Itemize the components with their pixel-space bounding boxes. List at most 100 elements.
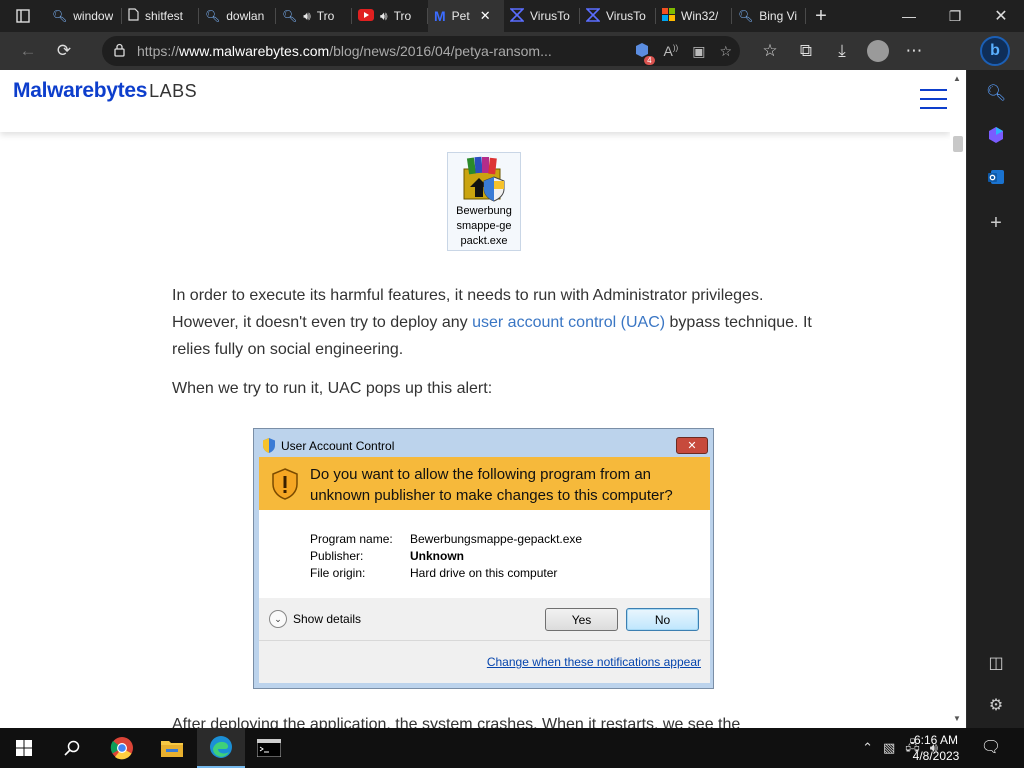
malwarebytes-labs-logo[interactable]: Malwarebytes LABS bbox=[13, 79, 197, 103]
tab-label: Win32/ bbox=[681, 9, 719, 23]
youtube-icon bbox=[358, 8, 374, 24]
start-windows-icon[interactable] bbox=[0, 728, 48, 768]
security-icon[interactable]: ▧ bbox=[883, 740, 895, 756]
tab-label: VirusTo bbox=[606, 9, 646, 23]
search-icon[interactable] bbox=[48, 728, 96, 768]
close-tab-icon[interactable]: ✕ bbox=[480, 8, 491, 24]
back-arrow-icon[interactable]: ← bbox=[10, 35, 46, 67]
browser-toolbar: ← ⟳ https://www.malwarebytes.com/blog/ne… bbox=[0, 32, 1024, 70]
add-sidebar-app-icon[interactable]: + bbox=[983, 210, 1009, 236]
windows-icon bbox=[662, 8, 675, 24]
uac-program-row: Program name: Bewerbungsmappe-gepackt.ex… bbox=[310, 532, 583, 546]
tab-label: shitfest bbox=[145, 9, 184, 23]
virustotal-icon bbox=[509, 7, 525, 25]
file-explorer-icon[interactable] bbox=[148, 728, 196, 768]
bing-chat-icon[interactable]: b bbox=[980, 36, 1010, 66]
search-icon: 🔍︎ bbox=[52, 9, 68, 23]
search-icon[interactable]: 🔍︎ bbox=[983, 80, 1009, 106]
tab-2[interactable]: shitfest bbox=[122, 0, 199, 32]
tab-label: Tro bbox=[316, 9, 335, 23]
search-icon: 🔍︎ bbox=[738, 9, 754, 23]
scroll-thumb[interactable] bbox=[953, 136, 963, 152]
chevron-up-icon[interactable]: ⌃ bbox=[862, 740, 873, 756]
malwarebytes-icon: M bbox=[434, 8, 446, 24]
tab-7[interactable]: VirusTo bbox=[504, 0, 580, 32]
notifications-icon[interactable]: 🗨︎ bbox=[980, 736, 1002, 758]
tab-3[interactable]: 🔍︎ dowlan bbox=[199, 0, 276, 32]
page-icon bbox=[128, 8, 139, 24]
tab-label: Bing Vi bbox=[759, 9, 798, 23]
tab-strip: 🔍︎ window shitfest 🔍︎ dowlan 🔍︎ 🔊︎ Tro 🔊… bbox=[0, 0, 1024, 32]
clock[interactable]: 6:16 AM 4/8/2023 bbox=[904, 732, 968, 764]
uac-link[interactable]: user account control (UAC) bbox=[472, 314, 665, 331]
new-tab-icon[interactable]: + bbox=[806, 5, 836, 28]
uac-no-button: No bbox=[626, 608, 699, 631]
shield-icon bbox=[263, 438, 275, 453]
copilot-icon[interactable] bbox=[983, 122, 1009, 148]
speaker-icon[interactable]: 🔊︎ bbox=[380, 9, 388, 24]
uac-question: Do you want to allow the following progr… bbox=[310, 466, 673, 504]
tab-4[interactable]: 🔍︎ 🔊︎ Tro bbox=[276, 0, 352, 32]
collections-icon[interactable]: ⧉ bbox=[788, 35, 824, 67]
uac-notifications-link: Change when these notifications appear bbox=[486, 655, 701, 669]
clock-date: 4/8/2023 bbox=[912, 749, 960, 763]
outlook-icon[interactable] bbox=[983, 164, 1009, 190]
menu-icon[interactable] bbox=[920, 89, 947, 109]
address-bar[interactable]: https://www.malwarebytes.com/blog/news/2… bbox=[102, 36, 740, 66]
url-host: www.malwarebytes.com bbox=[179, 43, 330, 59]
tab-1[interactable]: 🔍︎ window bbox=[46, 0, 122, 32]
speaker-icon[interactable]: 🔊︎ bbox=[303, 9, 311, 24]
windows-taskbar: ⌃ ▧ 🖧︎ 🔊︎ 6:16 AM 4/8/2023 🗨︎ bbox=[0, 728, 1024, 768]
virustotal-icon bbox=[585, 7, 601, 25]
winrar-file-icon-image: Bewerbung smappe-ge packt.exe bbox=[447, 152, 521, 251]
tab-label: window bbox=[73, 9, 114, 23]
profile-avatar[interactable] bbox=[867, 40, 889, 62]
refresh-icon[interactable]: ⟳ bbox=[46, 35, 82, 67]
tab-label: Pet bbox=[451, 9, 470, 23]
uac-show-details: ⌄ Show details bbox=[269, 610, 361, 628]
uac-publisher-row: Publisher: Unknown bbox=[310, 549, 464, 563]
tab-label: VirusTo bbox=[530, 9, 570, 23]
scroll-up-icon[interactable]: ▲ bbox=[953, 74, 961, 83]
tab-5[interactable]: 🔊︎ Tro bbox=[352, 0, 428, 32]
tab-6-active[interactable]: M Pet ✕ bbox=[428, 0, 504, 32]
add-favorite-icon[interactable]: ☆ bbox=[719, 43, 732, 60]
minimize-icon[interactable]: — bbox=[886, 0, 932, 32]
sidebar-toggle-icon[interactable]: ◫ bbox=[983, 650, 1009, 676]
edge-sidebar: 🔍︎ + ◫ ⚙ bbox=[966, 70, 1024, 728]
read-aloud-icon[interactable]: A)) bbox=[664, 43, 679, 59]
divider bbox=[259, 640, 710, 641]
chrome-icon[interactable] bbox=[98, 728, 146, 768]
extension-icon[interactable]: 4 bbox=[634, 42, 655, 65]
app-available-icon[interactable]: ▣ bbox=[692, 43, 705, 60]
settings-gear-icon[interactable]: ⚙ bbox=[983, 692, 1009, 718]
tab-label: dowlan bbox=[226, 9, 265, 23]
scroll-down-icon[interactable]: ▼ bbox=[953, 714, 961, 723]
uac-dialog-image: User Account Control ✕ Do you want to al… bbox=[253, 428, 714, 689]
clock-time: 6:16 AM bbox=[913, 733, 959, 747]
favorites-icon[interactable]: ☆ bbox=[752, 35, 788, 67]
downloads-icon[interactable]: ⤓ bbox=[824, 35, 860, 67]
lock-icon[interactable] bbox=[114, 43, 125, 60]
url-scheme: https:// bbox=[137, 43, 180, 59]
article-paragraph-3: After deploying the application, the sys… bbox=[172, 716, 741, 728]
tab-10[interactable]: 🔍︎ Bing Vi bbox=[732, 0, 806, 32]
uac-close-icon: ✕ bbox=[676, 437, 708, 454]
uac-warning-banner: Do you want to allow the following progr… bbox=[259, 457, 710, 510]
article-paragraph-2: When we try to run it, UAC pops up this … bbox=[172, 380, 493, 397]
chevron-down-icon: ⌄ bbox=[269, 610, 287, 628]
tab-label: Tro bbox=[393, 9, 412, 23]
tab-8[interactable]: VirusTo bbox=[580, 0, 656, 32]
uac-details: Program name: Bewerbungsmappe-gepackt.ex… bbox=[259, 510, 710, 598]
tab-actions-icon[interactable] bbox=[0, 0, 46, 32]
close-window-icon[interactable]: ✕ bbox=[978, 0, 1024, 32]
tab-9[interactable]: Win32/ bbox=[656, 0, 732, 32]
page-scrollbar[interactable]: ▲ ▼ bbox=[950, 70, 966, 728]
edge-icon[interactable] bbox=[197, 728, 245, 768]
restore-icon[interactable]: ❐ bbox=[932, 0, 978, 32]
search-icon: 🔍︎ bbox=[205, 9, 221, 23]
winrar-archive-icon bbox=[463, 156, 505, 202]
uac-footer: ⌄ Show details Yes No Change when these … bbox=[259, 598, 710, 683]
more-icon[interactable]: ⋯ bbox=[896, 35, 932, 67]
terminal-icon[interactable] bbox=[245, 728, 293, 768]
